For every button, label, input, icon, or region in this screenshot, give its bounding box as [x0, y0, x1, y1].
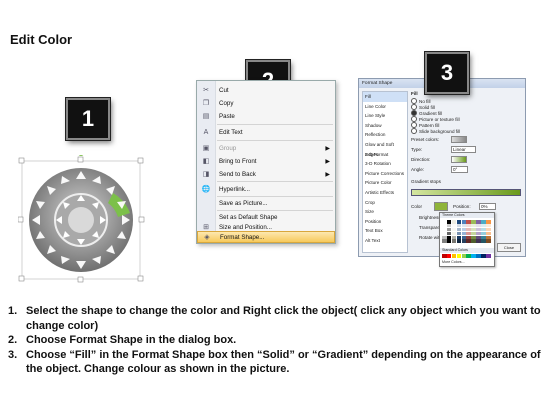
color-picker-button[interactable] [434, 202, 448, 211]
standard-colors-header: Standard Colors [440, 248, 494, 253]
option-slide-background-fill[interactable]: Slide background fill [411, 128, 460, 134]
color-swatch[interactable] [442, 239, 447, 244]
close-button[interactable]: Close [497, 243, 521, 252]
color-swatch[interactable] [476, 239, 481, 244]
menu-item-send-to-back[interactable]: ◨ Send to Back ▶ [197, 168, 335, 180]
theme-colors-header: Theme Colors [440, 213, 494, 218]
color-swatch[interactable] [451, 254, 457, 258]
page-title: Edit Color [10, 32, 73, 47]
position-label: Position: [453, 204, 471, 209]
instruction-item: 3. Choose “Fill” in the Format Shape box … [8, 348, 541, 376]
scissors-icon: ✂ [203, 87, 209, 94]
radio-icon [411, 128, 417, 134]
instructions-list: 1. Select the shape to change the color a… [8, 304, 548, 377]
color-swatch[interactable] [446, 239, 452, 244]
color-swatch[interactable] [466, 239, 472, 244]
sidebar-item-shadow[interactable]: Shadow [363, 121, 407, 131]
sidebar-item-3d-format[interactable]: 3-D Format [363, 150, 407, 160]
color-swatch[interactable] [466, 254, 472, 258]
menu-separator [217, 124, 333, 125]
paste-icon: ▤ [202, 113, 210, 120]
edit-text-icon: A [203, 128, 209, 136]
color-swatch[interactable] [471, 239, 476, 244]
menu-item-format-shape[interactable]: ◈ Format Shape... [197, 231, 335, 243]
menu-separator [217, 140, 333, 141]
send-back-icon: ◨ [202, 171, 210, 178]
menu-item-paste[interactable]: ▤ Paste [197, 110, 335, 122]
color-swatch[interactable] [456, 254, 462, 258]
color-palette-popup: Theme Colors Standard Colors More Colors… [439, 212, 495, 267]
color-swatch[interactable] [461, 254, 467, 258]
format-shape-dialog: Format Shape Fill Line Color Line Style … [358, 78, 526, 267]
sidebar-item-crop[interactable]: Crop [363, 198, 407, 208]
color-swatch[interactable] [456, 239, 462, 244]
menu-item-cut[interactable]: ✂ Cut [197, 84, 335, 96]
submenu-arrow-icon: ▶ [325, 145, 330, 152]
context-menu: ✂ Cut ❐ Copy ▤ Paste A Edit Text ▣ Group ▶ ◧ Br… [196, 80, 336, 244]
angle-input[interactable]: 0° [451, 166, 468, 173]
step-badge-1: 1 [66, 98, 110, 140]
sidebar-item-line-style[interactable]: Line Style [363, 111, 407, 121]
menu-item-copy[interactable]: ❐ Copy [197, 97, 335, 109]
direction-label: Direction: [411, 157, 431, 162]
size-position-icon: ⊞ [203, 224, 209, 231]
menu-item-hyperlink[interactable]: 🌐 Hyperlink... [197, 183, 335, 195]
angle-label: Angle: [411, 167, 425, 172]
hyperlink-icon: 🌐 [201, 186, 211, 193]
group-icon: ▣ [202, 145, 210, 152]
color-swatch[interactable] [481, 254, 486, 258]
color-swatch[interactable] [476, 254, 481, 258]
sidebar-item-glow[interactable]: Glow and Soft Edges [363, 140, 407, 157]
color-swatch[interactable] [471, 254, 476, 258]
sidebar-item-picture-color[interactable]: Picture Color [363, 178, 407, 188]
position-input[interactable]: 0% [479, 203, 496, 210]
color-swatch[interactable] [461, 239, 467, 244]
format-shape-icon: ◈ [204, 234, 210, 241]
type-dropdown[interactable]: Linear [451, 146, 476, 153]
sidebar-item-alt-text[interactable]: Alt Text [363, 236, 407, 246]
sidebar-item-picture-corrections[interactable]: Picture Corrections [363, 169, 407, 179]
sidebar-item-3d-rotation[interactable]: 3-D Rotation [363, 159, 407, 169]
sidebar-item-fill[interactable]: Fill [363, 92, 407, 102]
sidebar-item-size[interactable]: Size [363, 207, 407, 217]
color-swatch[interactable] [486, 239, 491, 244]
sidebar-item-position[interactable]: Position [363, 217, 407, 227]
direction-dropdown[interactable] [451, 156, 467, 163]
gradient-stops-label: Gradient stops [411, 179, 441, 184]
more-colors-link[interactable]: More Colors... [442, 260, 465, 264]
color-swatch[interactable] [442, 254, 447, 258]
fill-heading: Fill [411, 91, 418, 96]
menu-item-group: ▣ Group ▶ [197, 142, 335, 154]
color-swatch[interactable] [451, 239, 457, 244]
menu-item-bring-to-front[interactable]: ◧ Bring to Front ▶ [197, 155, 335, 167]
circular-shape-graphic[interactable] [18, 155, 148, 290]
dialog-sidebar: Fill Line Color Line Style Shadow Reflec… [362, 91, 408, 253]
bring-front-icon: ◧ [202, 158, 210, 165]
menu-separator [217, 181, 333, 182]
preset-colors-dropdown[interactable] [451, 136, 467, 143]
instruction-item: 1. Select the shape to change the color a… [8, 305, 541, 332]
theme-color-grid[interactable] [442, 220, 491, 244]
color-swatch[interactable] [486, 254, 491, 258]
menu-item-edit-text[interactable]: A Edit Text [197, 126, 335, 138]
submenu-arrow-icon: ▶ [325, 171, 330, 178]
gradient-stops-bar[interactable] [411, 189, 521, 196]
color-swatch[interactable] [481, 239, 486, 244]
color-label: Color [411, 204, 422, 209]
instruction-item: 2. Choose Format Shape in the dialog box. [8, 334, 237, 346]
preset-colors-label: Preset colors: [411, 137, 440, 142]
submenu-arrow-icon: ▶ [325, 158, 330, 165]
copy-icon: ❐ [202, 100, 210, 107]
standard-color-row[interactable] [442, 254, 491, 258]
sidebar-item-line-color[interactable]: Line Color [363, 102, 407, 112]
color-swatch[interactable] [446, 254, 452, 258]
menu-item-save-as-picture[interactable]: Save as Picture... [197, 197, 335, 209]
step-badge-3: 3 [425, 52, 469, 94]
type-label: Type: [411, 147, 423, 152]
sidebar-item-reflection[interactable]: Reflection [363, 130, 407, 140]
sidebar-item-text-box[interactable]: Text Box [363, 226, 407, 236]
sidebar-item-artistic-effects[interactable]: Artistic Effects [363, 188, 407, 198]
